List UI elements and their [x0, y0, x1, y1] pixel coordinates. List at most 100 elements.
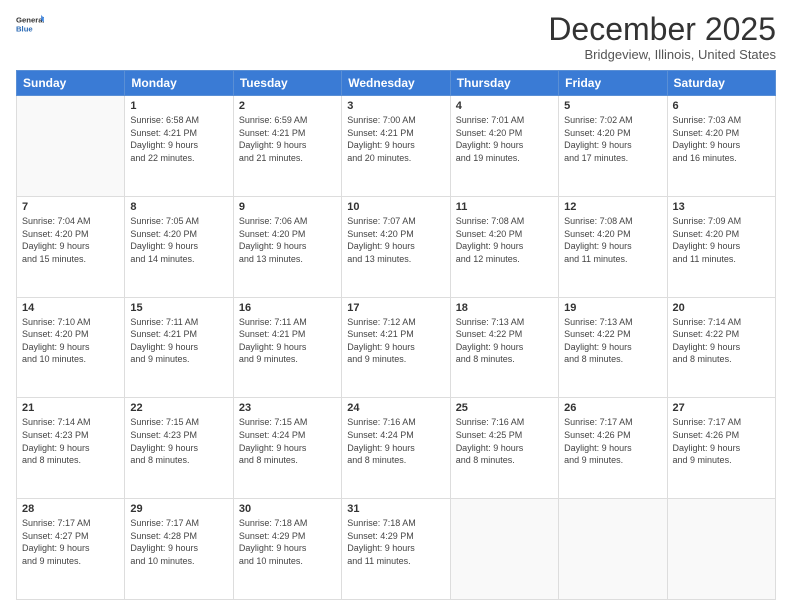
- calendar-table: SundayMondayTuesdayWednesdayThursdayFrid…: [16, 70, 776, 600]
- day-cell: 19 Sunrise: 7:13 AM Sunset: 4:22 PM Dayli…: [559, 297, 667, 398]
- svg-text:Blue: Blue: [16, 25, 33, 34]
- day-number: 10: [347, 201, 444, 213]
- day-info: Sunrise: 7:17 AM Sunset: 4:28 PM Dayligh…: [130, 517, 227, 567]
- day-info: Sunrise: 7:06 AM Sunset: 4:20 PM Dayligh…: [239, 215, 336, 265]
- week-row-3: 14Sunrise: 7:10 AM Sunset: 4:20 PM Dayli…: [17, 297, 776, 398]
- col-header-saturday: Saturday: [667, 71, 775, 96]
- day-number: 8: [130, 201, 227, 213]
- day-cell: [559, 499, 667, 600]
- day-number: 16: [239, 302, 336, 314]
- day-cell: 23 Sunrise: 7:15 AM Sunset: 4:24 PM Dayli…: [233, 398, 341, 499]
- day-number: 7: [22, 201, 119, 213]
- day-cell: 11 Sunrise: 7:08 AM Sunset: 4:20 PM Dayli…: [450, 196, 558, 297]
- day-info: Sunrise: 7:14 AM Sunset: 4:22 PM Dayligh…: [673, 316, 770, 366]
- day-info: Sunrise: 7:15 AM Sunset: 4:23 PM Dayligh…: [130, 416, 227, 466]
- day-number: 30: [239, 503, 336, 515]
- svg-text:General: General: [16, 16, 44, 25]
- day-info: Sunrise: 6:59 AM Sunset: 4:21 PM Dayligh…: [239, 114, 336, 164]
- day-cell: 7 Sunrise: 7:04 AM Sunset: 4:20 PM Daylig…: [17, 196, 125, 297]
- day-number: 23: [239, 402, 336, 414]
- day-cell: 13 Sunrise: 7:09 AM Sunset: 4:20 PM Dayli…: [667, 196, 775, 297]
- day-cell: 30 Sunrise: 7:18 AM Sunset: 4:29 PM Dayli…: [233, 499, 341, 600]
- day-info: Sunrise: 7:03 AM Sunset: 4:20 PM Dayligh…: [673, 114, 770, 164]
- col-header-sunday: Sunday: [17, 71, 125, 96]
- day-info: Sunrise: 7:13 AM Sunset: 4:22 PM Dayligh…: [456, 316, 553, 366]
- title-block: December 2025 Bridgeview, Illinois, Unit…: [548, 12, 776, 62]
- day-cell: 29 Sunrise: 7:17 AM Sunset: 4:28 PM Dayli…: [125, 499, 233, 600]
- day-cell: 3Sunrise: 7:00 AM Sunset: 4:21 PM Daylig…: [342, 96, 450, 197]
- header: General Blue December 2025 Bridgeview, I…: [16, 12, 776, 62]
- day-number: 5: [564, 100, 661, 112]
- day-number: 19: [564, 302, 661, 314]
- day-info: Sunrise: 7:13 AM Sunset: 4:22 PM Dayligh…: [564, 316, 661, 366]
- col-header-monday: Monday: [125, 71, 233, 96]
- logo-icon: General Blue: [16, 12, 44, 40]
- day-number: 27: [673, 402, 770, 414]
- day-cell: 5 Sunrise: 7:02 AM Sunset: 4:20 PM Daylig…: [559, 96, 667, 197]
- day-info: Sunrise: 7:04 AM Sunset: 4:20 PM Dayligh…: [22, 215, 119, 265]
- day-info: Sunrise: 7:08 AM Sunset: 4:20 PM Dayligh…: [564, 215, 661, 265]
- day-info: Sunrise: 7:02 AM Sunset: 4:20 PM Dayligh…: [564, 114, 661, 164]
- day-number: 3: [347, 100, 444, 112]
- day-cell: 9 Sunrise: 7:06 AM Sunset: 4:20 PM Daylig…: [233, 196, 341, 297]
- day-info: Sunrise: 7:14 AM Sunset: 4:23 PM Dayligh…: [22, 416, 119, 466]
- day-info: Sunrise: 7:17 AM Sunset: 4:26 PM Dayligh…: [673, 416, 770, 466]
- month-title: December 2025: [548, 12, 776, 47]
- day-info: Sunrise: 7:09 AM Sunset: 4:20 PM Dayligh…: [673, 215, 770, 265]
- day-number: 1: [130, 100, 227, 112]
- day-cell: 16 Sunrise: 7:11 AM Sunset: 4:21 PM Dayli…: [233, 297, 341, 398]
- day-number: 13: [673, 201, 770, 213]
- day-info: Sunrise: 7:17 AM Sunset: 4:27 PM Dayligh…: [22, 517, 119, 567]
- day-number: 2: [239, 100, 336, 112]
- day-cell: 14Sunrise: 7:10 AM Sunset: 4:20 PM Dayli…: [17, 297, 125, 398]
- day-info: Sunrise: 7:11 AM Sunset: 4:21 PM Dayligh…: [239, 316, 336, 366]
- col-header-wednesday: Wednesday: [342, 71, 450, 96]
- day-info: Sunrise: 7:11 AM Sunset: 4:21 PM Dayligh…: [130, 316, 227, 366]
- col-header-friday: Friday: [559, 71, 667, 96]
- day-cell: 20 Sunrise: 7:14 AM Sunset: 4:22 PM Dayli…: [667, 297, 775, 398]
- day-number: 21: [22, 402, 119, 414]
- day-number: 25: [456, 402, 553, 414]
- day-number: 24: [347, 402, 444, 414]
- day-cell: 2 Sunrise: 6:59 AM Sunset: 4:21 PM Daylig…: [233, 96, 341, 197]
- day-info: Sunrise: 7:10 AM Sunset: 4:20 PM Dayligh…: [22, 316, 119, 366]
- day-cell: 6 Sunrise: 7:03 AM Sunset: 4:20 PM Daylig…: [667, 96, 775, 197]
- day-number: 15: [130, 302, 227, 314]
- day-number: 12: [564, 201, 661, 213]
- day-cell: 12 Sunrise: 7:08 AM Sunset: 4:20 PM Dayli…: [559, 196, 667, 297]
- day-cell: [17, 96, 125, 197]
- day-info: Sunrise: 7:18 AM Sunset: 4:29 PM Dayligh…: [239, 517, 336, 567]
- day-number: 31: [347, 503, 444, 515]
- day-info: Sunrise: 7:15 AM Sunset: 4:24 PM Dayligh…: [239, 416, 336, 466]
- day-number: 20: [673, 302, 770, 314]
- day-number: 18: [456, 302, 553, 314]
- day-number: 9: [239, 201, 336, 213]
- day-number: 6: [673, 100, 770, 112]
- day-cell: 26Sunrise: 7:17 AM Sunset: 4:26 PM Dayli…: [559, 398, 667, 499]
- page: General Blue December 2025 Bridgeview, I…: [0, 0, 792, 612]
- day-number: 17: [347, 302, 444, 314]
- day-number: 26: [564, 402, 661, 414]
- location: Bridgeview, Illinois, United States: [548, 47, 776, 62]
- day-number: 11: [456, 201, 553, 213]
- day-info: Sunrise: 7:07 AM Sunset: 4:20 PM Dayligh…: [347, 215, 444, 265]
- day-cell: 10 Sunrise: 7:07 AM Sunset: 4:20 PM Dayli…: [342, 196, 450, 297]
- day-number: 29: [130, 503, 227, 515]
- day-info: Sunrise: 7:18 AM Sunset: 4:29 PM Dayligh…: [347, 517, 444, 567]
- day-cell: 27 Sunrise: 7:17 AM Sunset: 4:26 PM Dayli…: [667, 398, 775, 499]
- day-cell: 31 Sunrise: 7:18 AM Sunset: 4:29 PM Dayli…: [342, 499, 450, 600]
- day-info: Sunrise: 7:08 AM Sunset: 4:20 PM Dayligh…: [456, 215, 553, 265]
- day-cell: 25 Sunrise: 7:16 AM Sunset: 4:25 PM Dayli…: [450, 398, 558, 499]
- day-cell: 28 Sunrise: 7:17 AM Sunset: 4:27 PM Dayli…: [17, 499, 125, 600]
- day-cell: 4Sunrise: 7:01 AM Sunset: 4:20 PM Daylig…: [450, 96, 558, 197]
- week-row-2: 7 Sunrise: 7:04 AM Sunset: 4:20 PM Daylig…: [17, 196, 776, 297]
- week-row-1: 1Sunrise: 6:58 AM Sunset: 4:21 PM Daylig…: [17, 96, 776, 197]
- day-info: Sunrise: 7:16 AM Sunset: 4:24 PM Dayligh…: [347, 416, 444, 466]
- day-cell: 24 Sunrise: 7:16 AM Sunset: 4:24 PM Dayli…: [342, 398, 450, 499]
- day-cell: 8 Sunrise: 7:05 AM Sunset: 4:20 PM Daylig…: [125, 196, 233, 297]
- logo: General Blue: [16, 12, 44, 40]
- day-info: Sunrise: 7:05 AM Sunset: 4:20 PM Dayligh…: [130, 215, 227, 265]
- day-info: Sunrise: 7:16 AM Sunset: 4:25 PM Dayligh…: [456, 416, 553, 466]
- day-cell: [450, 499, 558, 600]
- day-number: 28: [22, 503, 119, 515]
